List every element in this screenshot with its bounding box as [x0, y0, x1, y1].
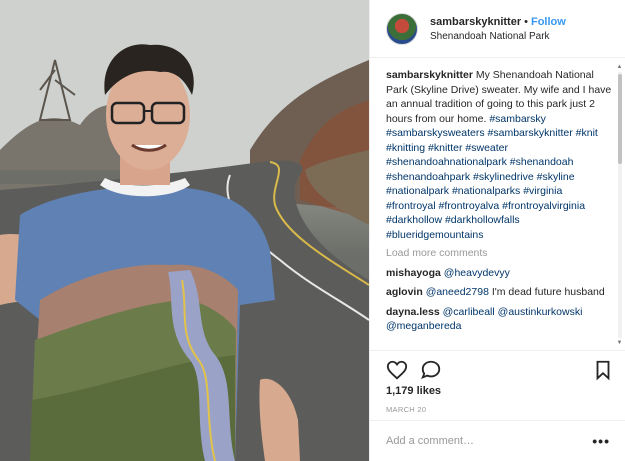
hashtag-link[interactable]: #frontroyalvirginia: [502, 200, 585, 212]
hashtag-link[interactable]: #darkhollowfalls: [445, 214, 520, 226]
likes-count[interactable]: 1,179 likes: [386, 385, 441, 397]
hashtag-link[interactable]: #skylinedrive: [473, 171, 534, 183]
caption: sambarskyknitter My Shenandoah National …: [386, 68, 612, 242]
comment-username[interactable]: aglovin: [386, 286, 423, 298]
comment-mention[interactable]: @heavydevyy: [444, 267, 510, 279]
post-photo[interactable]: [0, 0, 369, 461]
hashtag-link[interactable]: #frontroyalva: [439, 200, 500, 212]
comment-mention[interactable]: @carlibeall: [443, 306, 495, 318]
hashtag-link[interactable]: #shenandoahnationalpark: [386, 156, 507, 168]
add-comment-input[interactable]: [386, 435, 576, 447]
header-username[interactable]: sambarskyknitter: [430, 16, 521, 28]
hashtag-link[interactable]: #knitter: [428, 142, 462, 154]
comment-username[interactable]: dayna.less: [386, 306, 440, 318]
hashtag-link[interactable]: #nationalpark: [386, 185, 449, 197]
caption-username[interactable]: sambarskyknitter: [386, 69, 473, 81]
heart-icon[interactable]: [386, 359, 408, 381]
comment-mention[interactable]: @meganbereda: [386, 320, 461, 332]
hashtag-link[interactable]: #shenandoah: [510, 156, 574, 168]
list-item: aglovin @aneed2798 I'm dead future husba…: [386, 285, 612, 300]
more-options-icon[interactable]: •••: [592, 434, 610, 448]
comment-mention[interactable]: @austinkurkowski: [498, 306, 583, 318]
hashtag-link[interactable]: #frontroyal: [386, 200, 436, 212]
photo-scene: [0, 0, 369, 461]
comment-username[interactable]: mishayoga: [386, 267, 441, 279]
post-date: MARCH 20: [386, 405, 427, 414]
follow-button[interactable]: Follow: [531, 16, 566, 28]
load-more-comments-button[interactable]: Load more comments: [386, 246, 612, 261]
comments-scrollbar[interactable]: ▲ ▼: [616, 64, 623, 346]
hashtag-link[interactable]: #knit: [576, 127, 598, 139]
hashtag-link[interactable]: #skyline: [537, 171, 575, 183]
hashtag-link[interactable]: #sambarskyknitter: [488, 127, 573, 139]
hashtag-link[interactable]: #nationalparks: [452, 185, 520, 197]
avatar[interactable]: [386, 12, 418, 45]
hashtag-link[interactable]: #sambarsky: [489, 113, 546, 125]
hashtag-link[interactable]: #knitting: [386, 142, 425, 154]
comments-list[interactable]: sambarskyknitter My Shenandoah National …: [370, 58, 625, 350]
speech-bubble-icon[interactable]: [420, 359, 442, 381]
hashtag-link[interactable]: #shenandoahpark: [386, 171, 470, 183]
separator-dot: •: [524, 15, 528, 28]
list-item: mishayoga @heavydevyy: [386, 266, 612, 281]
hashtag-link[interactable]: #virginia: [523, 185, 562, 197]
post-panel: sambarskyknitter • Follow Shenandoah Natio…: [369, 0, 625, 461]
hashtag-link[interactable]: #darkhollow: [386, 214, 442, 226]
location-link[interactable]: Shenandoah National Park: [430, 31, 566, 42]
scroll-down-icon[interactable]: ▼: [616, 340, 623, 346]
bookmark-icon[interactable]: [592, 359, 614, 381]
hashtag-link[interactable]: #blueridgemountains: [386, 229, 483, 241]
add-comment-bar: •••: [370, 420, 625, 461]
hashtag-link[interactable]: #sweater: [465, 142, 508, 154]
caption-hashtags: #sambarsky #sambarskysweaters #sambarsky…: [386, 113, 598, 241]
post-actions: 1,179 likes MARCH 20: [370, 350, 625, 420]
scrollbar-thumb[interactable]: [618, 74, 622, 164]
comment-mention[interactable]: @aneed2798: [426, 286, 489, 298]
post-header: sambarskyknitter • Follow Shenandoah Natio…: [370, 0, 625, 58]
scroll-up-icon[interactable]: ▲: [616, 64, 623, 70]
list-item: dayna.less @carlibeall @austinkurkowski …: [386, 305, 612, 334]
comment-text: I'm dead future husband: [488, 286, 605, 298]
hashtag-link[interactable]: #sambarskysweaters: [386, 127, 485, 139]
